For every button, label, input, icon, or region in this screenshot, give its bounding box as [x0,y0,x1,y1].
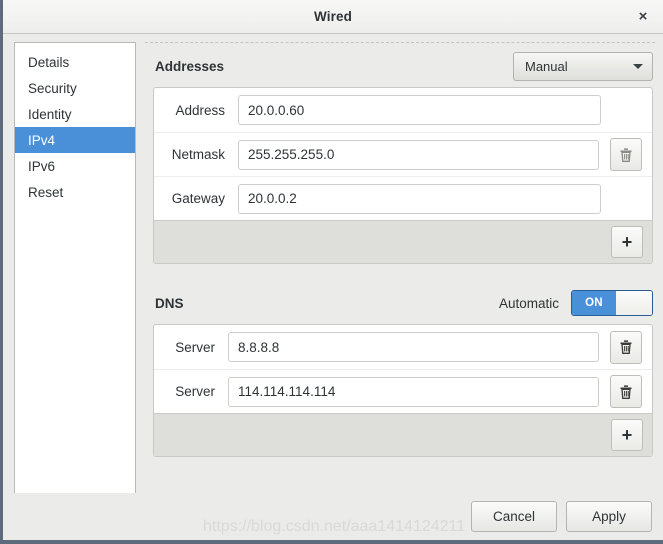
toggle-knob [616,291,652,315]
wired-settings-window: Wired × Details Security Identity IPv4 I… [0,0,663,544]
gateway-row: Gateway 20.0.0.2 [154,176,652,220]
address-label: Address [175,102,225,118]
trash-icon [620,147,632,162]
addresses-frame: Address 20.0.0.60 Netmask 255.255.255.0 [153,87,653,264]
dns-automatic-control: Automatic ON [499,290,653,316]
window-title: Wired [314,9,352,24]
dialog-body: Details Security Identity IPv4 IPv6 Rese… [3,34,663,501]
delete-dns-server-button-1[interactable] [610,330,642,364]
address-row: Address 20.0.0.60 [154,88,652,132]
dialog-actions: https://blog.csdn.net/aaa1414124211 Canc… [3,493,663,540]
dns-header: DNS Automatic ON [145,286,655,320]
cancel-button[interactable]: Cancel [471,501,557,532]
dns-server-row: Server 8.8.8.8 [154,325,652,369]
sidebar-item-security[interactable]: Security [15,75,135,101]
gateway-input[interactable]: 20.0.0.2 [238,183,601,214]
trash-icon [620,340,632,354]
titlebar: Wired × [3,0,663,34]
dns-frame: Server 8.8.8.8 Server 114.114.114.114 + [153,324,653,457]
sidebar-item-details[interactable]: Details [15,49,135,75]
netmask-row: Netmask 255.255.255.0 [154,132,652,176]
address-input[interactable]: 20.0.0.60 [238,95,601,125]
dns-server-label: Server [175,384,215,399]
trash-icon [620,384,632,399]
sidebar-item-ipv4[interactable]: IPv4 [15,127,135,153]
dns-title: DNS [155,295,184,311]
sidebar-item-ipv6[interactable]: IPv6 [15,153,135,179]
toggle-on-label: ON [572,291,616,315]
gateway-label: Gateway [171,191,225,206]
netmask-input[interactable]: 255.255.255.0 [238,139,599,170]
dns-server-row: Server 114.114.114.114 [154,369,652,413]
add-address-button[interactable]: + [611,226,643,258]
ipv4-settings-pane: Addresses Manual Address 20.0.0.60 Netma… [145,42,655,501]
addresses-title: Addresses [155,58,225,74]
watermark-text: https://blog.csdn.net/aaa1414124211 [203,518,466,535]
addresses-header: Addresses Manual [145,49,655,83]
chevron-down-icon [633,63,643,69]
apply-button[interactable]: Apply [566,501,652,532]
delete-dns-server-button-2[interactable] [610,375,642,408]
dns-automatic-label: Automatic [498,295,559,311]
sidebar-item-identity[interactable]: Identity [15,101,135,127]
address-method-value: Manual [525,58,568,74]
dns-automatic-toggle[interactable]: ON [571,290,653,316]
netmask-label: Netmask [171,147,225,162]
delete-address-button[interactable] [610,138,642,171]
address-method-dropdown[interactable]: Manual [513,51,653,81]
close-icon[interactable]: × [632,6,654,28]
dns-server-input-2[interactable]: 114.114.114.114 [228,376,599,407]
sidebar: Details Security Identity IPv4 IPv6 Rese… [14,42,136,501]
addresses-footer: + [154,220,652,263]
dns-server-input-1[interactable]: 8.8.8.8 [228,332,599,362]
add-dns-server-button[interactable]: + [611,419,643,451]
sidebar-item-reset[interactable]: Reset [15,179,135,205]
dns-server-label: Server [175,339,215,355]
dns-footer: + [154,413,652,456]
